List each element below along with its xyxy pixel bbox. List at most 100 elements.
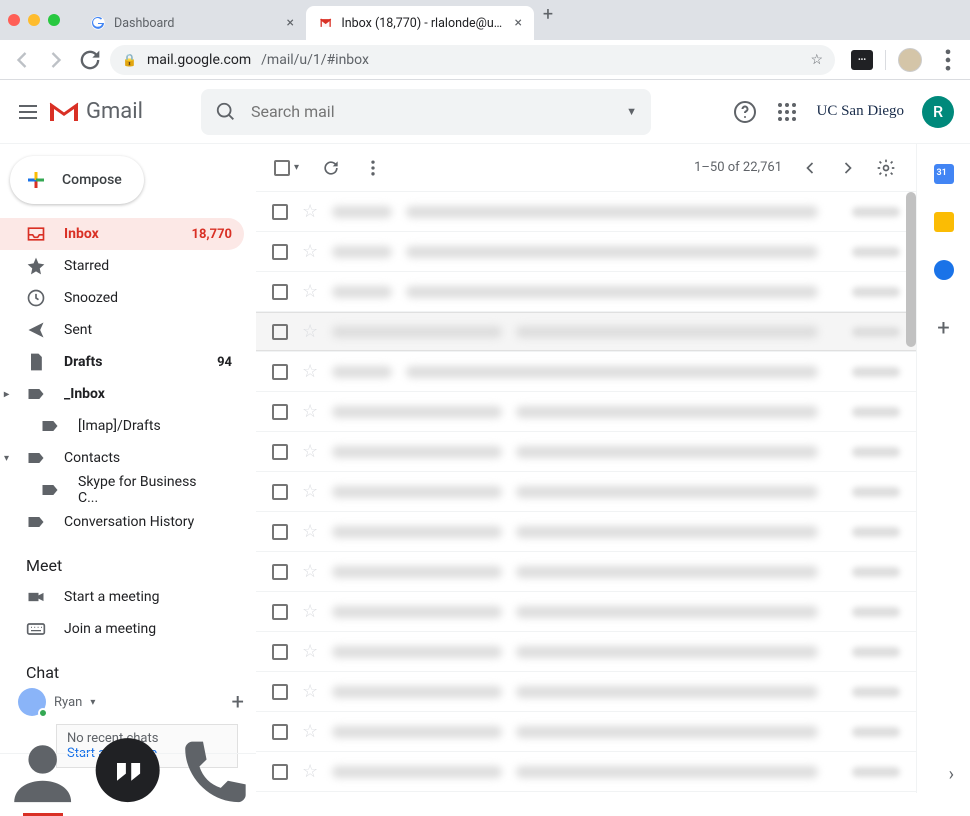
new-tab-button[interactable]: + — [534, 0, 562, 28]
message-row[interactable]: ☆ — [256, 552, 916, 592]
row-checkbox[interactable] — [272, 524, 288, 540]
settings-icon[interactable] — [876, 158, 896, 178]
sidebar-item-drafts[interactable]: Drafts94 — [0, 346, 244, 378]
new-chat-button[interactable]: + — [232, 690, 244, 715]
hide-panel-icon[interactable]: › — [949, 764, 954, 785]
browser-tab-0[interactable]: Dashboard × — [78, 6, 306, 40]
message-row[interactable]: ☆ — [256, 272, 916, 312]
account-button[interactable]: R — [922, 96, 954, 128]
message-row[interactable]: ☆ — [256, 712, 916, 752]
reload-button[interactable] — [76, 46, 104, 74]
row-checkbox[interactable] — [272, 284, 288, 300]
star-icon[interactable]: ☆ — [302, 281, 318, 302]
phone-tab[interactable] — [171, 731, 256, 816]
message-row[interactable]: ☆ — [256, 192, 916, 232]
row-checkbox[interactable] — [272, 444, 288, 460]
tasks-addon[interactable] — [934, 260, 954, 280]
meet-item-start-a-meeting[interactable]: Start a meeting — [0, 581, 244, 613]
refresh-button[interactable] — [321, 158, 341, 178]
star-icon[interactable]: ☆ — [302, 641, 318, 662]
message-row[interactable]: ☆ — [256, 472, 916, 512]
more-button[interactable] — [363, 158, 383, 178]
chat-contacts-tab[interactable] — [0, 731, 85, 816]
search-box[interactable]: ▼ — [201, 89, 651, 135]
row-checkbox[interactable] — [272, 324, 288, 340]
message-row[interactable]: ☆ — [256, 752, 916, 792]
star-icon[interactable]: ☆ — [302, 761, 318, 782]
star-icon[interactable]: ☆ — [302, 201, 318, 222]
search-options-icon[interactable]: ▼ — [626, 105, 637, 118]
minimize-window[interactable] — [28, 14, 40, 26]
row-checkbox[interactable] — [272, 764, 288, 780]
message-row[interactable]: ☆ — [256, 432, 916, 472]
apps-grid-icon[interactable] — [775, 100, 799, 124]
main-menu-button[interactable] — [16, 100, 40, 124]
message-row[interactable]: ☆ — [256, 592, 916, 632]
chrome-menu-icon[interactable] — [934, 46, 962, 74]
star-icon[interactable]: ☆ — [302, 601, 318, 622]
message-row[interactable]: ☆ — [256, 672, 916, 712]
extension-icon[interactable]: ••• — [851, 50, 873, 70]
maximize-window[interactable] — [48, 14, 60, 26]
row-checkbox[interactable] — [272, 204, 288, 220]
compose-button[interactable]: Compose — [10, 156, 144, 204]
message-row[interactable]: ☆ — [256, 312, 916, 352]
sidebar-item--imap-drafts[interactable]: [Imap]/Drafts — [0, 410, 244, 442]
back-button[interactable] — [8, 46, 36, 74]
hangouts-tab[interactable] — [85, 731, 170, 816]
sidebar-item-sent[interactable]: Sent — [0, 314, 244, 346]
message-row[interactable]: ☆ — [256, 632, 916, 672]
row-checkbox[interactable] — [272, 604, 288, 620]
star-icon[interactable]: ☆ — [302, 441, 318, 462]
chat-user-row[interactable]: Ryan ▾ — [18, 688, 95, 716]
close-window[interactable] — [8, 14, 20, 26]
close-tab-icon[interactable]: × — [515, 15, 522, 31]
sidebar-item-conversation-history[interactable]: Conversation History — [0, 506, 244, 538]
row-checkbox[interactable] — [272, 724, 288, 740]
star-icon[interactable]: ☆ — [302, 481, 318, 502]
message-row[interactable]: ☆ — [256, 352, 916, 392]
star-icon[interactable]: ☆ — [302, 361, 318, 382]
forward-button[interactable] — [42, 46, 70, 74]
message-row[interactable]: ☆ — [256, 232, 916, 272]
message-row[interactable]: ☆ — [256, 512, 916, 552]
sidebar-item--inbox[interactable]: ▸_Inbox — [0, 378, 244, 410]
star-icon[interactable]: ☆ — [302, 321, 318, 342]
bookmark-star-icon[interactable]: ☆ — [810, 52, 823, 68]
search-input[interactable] — [251, 102, 612, 121]
sidebar-item-snoozed[interactable]: Snoozed — [0, 282, 244, 314]
row-checkbox[interactable] — [272, 364, 288, 380]
keep-addon[interactable] — [934, 212, 954, 232]
row-checkbox[interactable] — [272, 404, 288, 420]
scrollbar[interactable] — [906, 192, 916, 347]
star-icon[interactable]: ☆ — [302, 681, 318, 702]
url-field[interactable]: 🔒 mail.google.com/mail/u/1/#inbox ☆ — [110, 45, 835, 75]
row-checkbox[interactable] — [272, 564, 288, 580]
get-addons[interactable]: + — [937, 316, 949, 341]
row-checkbox[interactable] — [272, 484, 288, 500]
newer-button[interactable] — [800, 158, 820, 178]
profile-avatar[interactable] — [898, 48, 922, 72]
support-icon[interactable] — [733, 100, 757, 124]
sidebar-item-inbox[interactable]: Inbox18,770 — [0, 218, 244, 250]
row-checkbox[interactable] — [272, 644, 288, 660]
close-tab-icon[interactable]: × — [287, 15, 294, 31]
star-icon[interactable]: ☆ — [302, 561, 318, 582]
row-checkbox[interactable] — [272, 244, 288, 260]
meet-item-join-a-meeting[interactable]: Join a meeting — [0, 613, 244, 645]
sidebar-item-skype-for-business-c-[interactable]: Skype for Business C... — [0, 474, 244, 506]
older-button[interactable] — [838, 158, 858, 178]
chevron-down-icon[interactable]: ▾ — [90, 697, 95, 708]
sidebar-item-contacts[interactable]: ▾Contacts — [0, 442, 244, 474]
calendar-addon[interactable] — [934, 164, 954, 184]
star-icon[interactable]: ☆ — [302, 401, 318, 422]
star-icon[interactable]: ☆ — [302, 241, 318, 262]
row-checkbox[interactable] — [272, 684, 288, 700]
star-icon[interactable]: ☆ — [302, 721, 318, 742]
select-all[interactable]: ▾ — [274, 160, 299, 176]
message-row[interactable]: ☆ — [256, 392, 916, 432]
sidebar-item-starred[interactable]: Starred — [0, 250, 244, 282]
browser-tab-1[interactable]: Inbox (18,770) - rlalonde@ucsd × — [306, 6, 534, 40]
star-icon[interactable]: ☆ — [302, 521, 318, 542]
gmail-logo[interactable]: Gmail — [48, 99, 143, 124]
